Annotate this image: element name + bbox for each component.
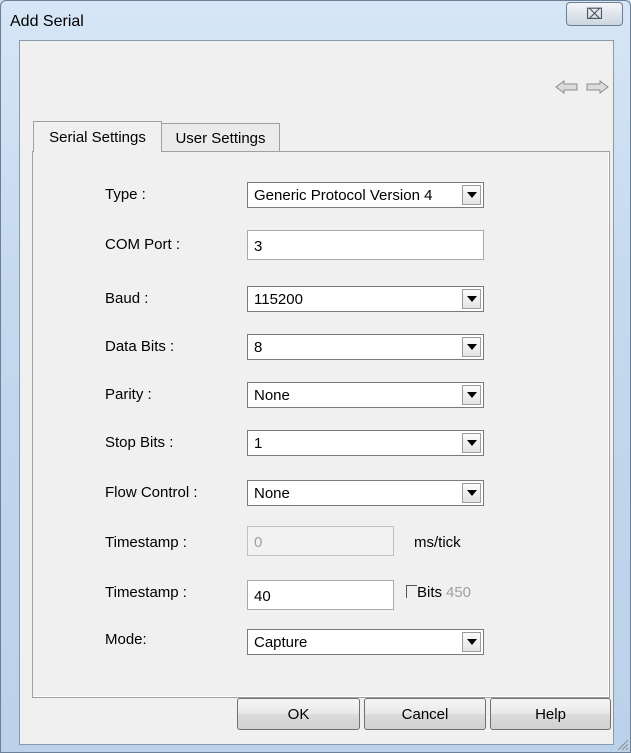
mode-value: Capture (254, 634, 308, 651)
chevron-down-icon[interactable] (462, 632, 481, 652)
cancel-label: Cancel (401, 705, 449, 723)
mode-select[interactable]: Capture (247, 629, 484, 655)
mode-label: Mode: (105, 631, 147, 648)
parity-label: Parity : (105, 386, 152, 403)
timestamp-bits-label: Timestamp : (105, 584, 187, 601)
data-bits-select[interactable]: 8 (247, 334, 484, 360)
tab-label: Serial Settings (49, 128, 146, 146)
stop-bits-value: 1 (254, 435, 263, 452)
timestamp-bits-input[interactable]: 40 (247, 580, 394, 610)
type-select[interactable]: Generic Protocol Version 4 (247, 182, 484, 208)
timestamp-ms-value: 0 (254, 534, 263, 551)
timestamp-label: Timestamp : (105, 534, 187, 551)
data-bits-value: 8 (254, 339, 263, 356)
bits-checkbox-label: Bits (417, 584, 443, 601)
window-title: Add Serial (10, 13, 84, 30)
bits-checkbox[interactable] (406, 585, 417, 598)
close-button[interactable]: ⌧ (566, 2, 623, 26)
com-port-input[interactable]: 3 (247, 230, 484, 260)
timestamp-bits-value: 40 (254, 588, 271, 605)
stop-bits-label: Stop Bits : (105, 434, 174, 451)
title-bar[interactable]: Add Serial ⌧ (1, 1, 630, 41)
ok-label: OK (287, 705, 310, 723)
timestamp-unit: ms/tick (414, 534, 461, 551)
dialog-client-area: Serial Settings User Settings Type : Gen… (19, 40, 614, 745)
type-value: Generic Protocol Version 4 (254, 187, 433, 204)
tab-user-settings[interactable]: User Settings (161, 123, 280, 152)
forward-arrow-icon[interactable] (585, 79, 609, 95)
timestamp-ms-input: 0 (247, 526, 394, 556)
baud-select[interactable]: 115200 (247, 286, 484, 312)
ok-button[interactable]: OK (237, 698, 360, 730)
chevron-down-icon[interactable] (462, 385, 481, 405)
help-button[interactable]: Help (490, 698, 611, 730)
close-icon: ⌧ (585, 6, 604, 23)
stop-bits-select[interactable]: 1 (247, 430, 484, 456)
baud-value: 115200 (254, 291, 303, 308)
tab-serial-settings[interactable]: Serial Settings (33, 121, 162, 152)
flow-control-value: None (254, 485, 290, 502)
com-port-value: 3 (254, 238, 263, 255)
chevron-down-icon[interactable] (462, 185, 481, 205)
help-label: Help (535, 705, 566, 723)
chevron-down-icon[interactable] (462, 289, 481, 309)
chevron-down-icon[interactable] (462, 483, 481, 503)
cancel-button[interactable]: Cancel (364, 698, 486, 730)
back-arrow-icon[interactable] (555, 79, 579, 95)
flow-control-label: Flow Control : (105, 484, 198, 501)
type-label: Type : (105, 186, 146, 203)
parity-value: None (254, 387, 290, 404)
chevron-down-icon[interactable] (462, 337, 481, 357)
baud-label: Baud : (105, 290, 149, 307)
resize-grip-icon[interactable] (615, 737, 629, 751)
com-port-label: COM Port : (105, 236, 181, 253)
serial-settings-panel: Type : Generic Protocol Version 4 COM Po… (32, 151, 610, 698)
data-bits-label: Data Bits : (105, 338, 175, 355)
chevron-down-icon[interactable] (462, 433, 481, 453)
tab-label: User Settings (175, 129, 266, 147)
flow-control-select[interactable]: None (247, 480, 484, 506)
bits-extra-value: 450 (446, 584, 472, 601)
parity-select[interactable]: None (247, 382, 484, 408)
